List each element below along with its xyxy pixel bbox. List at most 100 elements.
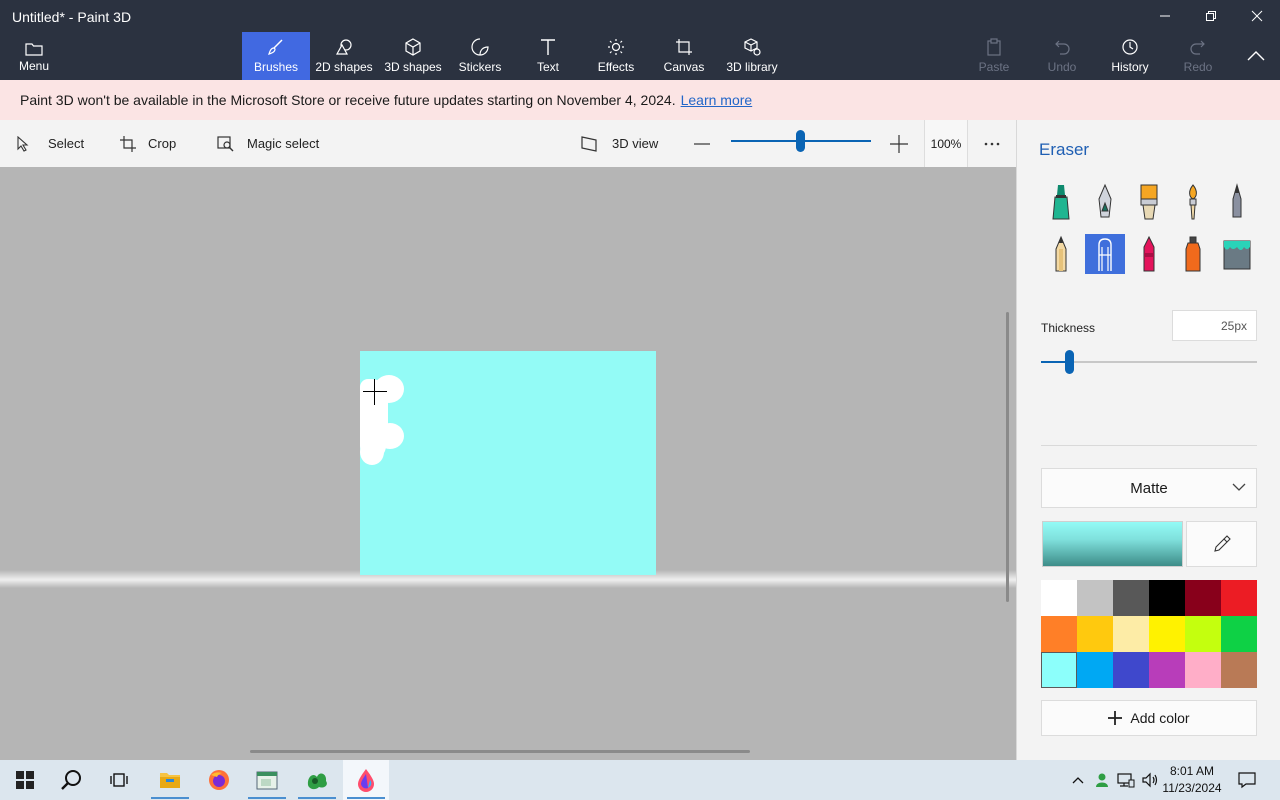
palette-swatch[interactable] <box>1041 580 1077 616</box>
palette-swatch[interactable] <box>1221 652 1257 688</box>
show-hidden-icons-button[interactable] <box>1068 760 1088 800</box>
palette-swatch[interactable] <box>1221 616 1257 652</box>
drawing-canvas[interactable] <box>360 351 656 575</box>
taskbar-paint-3d[interactable] <box>343 760 389 800</box>
palette-swatch[interactable] <box>1113 652 1149 688</box>
undo-button[interactable]: Undo <box>1040 32 1084 80</box>
horizontal-scrollbar[interactable] <box>250 750 750 753</box>
finish-dropdown[interactable]: Matte <box>1041 468 1257 508</box>
taskbar-file-explorer[interactable] <box>147 760 193 800</box>
taskbar-clock[interactable]: 8:01 AM 11/23/2024 <box>1162 763 1222 797</box>
crop-label: Crop <box>148 136 177 151</box>
palette-swatch[interactable] <box>1185 580 1221 616</box>
paste-label: Paste <box>978 60 1010 74</box>
magic-select-button[interactable]: Magic select <box>217 120 319 167</box>
watercolor-brush[interactable] <box>1173 182 1213 222</box>
tab-label: Canvas <box>663 60 705 74</box>
tab-label: 3D shapes <box>384 60 442 74</box>
task-view-button[interactable] <box>96 760 142 800</box>
crosshair-cursor <box>363 391 387 392</box>
zoom-in-button[interactable] <box>890 120 908 167</box>
tab-brushes[interactable]: Brushes <box>242 32 310 80</box>
marker-icon <box>1052 185 1070 220</box>
zoom-percent[interactable]: 100% <box>924 120 968 167</box>
palette-swatch[interactable] <box>1041 652 1077 688</box>
search-button[interactable] <box>48 760 94 800</box>
palette-swatch[interactable] <box>1041 616 1077 652</box>
spray-can-brush[interactable] <box>1173 234 1213 274</box>
marker-brush[interactable] <box>1041 182 1081 222</box>
undo-label: Undo <box>1047 60 1077 74</box>
task-view-icon <box>110 773 128 787</box>
calligraphy-pen-brush[interactable] <box>1085 182 1125 222</box>
pencil-brush[interactable] <box>1041 234 1081 274</box>
paste-button[interactable]: Paste <box>972 32 1016 80</box>
file-explorer-icon <box>160 773 180 788</box>
more-icon <box>984 142 1000 145</box>
more-options-button[interactable] <box>984 120 1000 167</box>
tab-2d-shapes[interactable]: 2D shapes <box>312 32 376 80</box>
eyedropper-icon <box>1213 535 1231 552</box>
learn-more-link[interactable]: Learn more <box>681 92 753 108</box>
oil-brush[interactable] <box>1129 182 1169 222</box>
erased-area <box>360 439 384 465</box>
select-button[interactable]: Select <box>16 120 84 167</box>
taskbar: 8:01 AM 11/23/2024 <box>0 760 1280 800</box>
palette-swatch[interactable] <box>1185 652 1221 688</box>
tab-text[interactable]: Text <box>524 32 572 80</box>
collapse-ribbon-button[interactable] <box>1236 32 1276 80</box>
palette-swatch[interactable] <box>1185 616 1221 652</box>
current-color-swatch[interactable] <box>1042 521 1183 567</box>
restore-button[interactable] <box>1188 0 1234 32</box>
add-color-label: Add color <box>1130 710 1190 726</box>
add-color-button[interactable]: Add color <box>1041 700 1257 736</box>
tab-effects[interactable]: Effects <box>592 32 640 80</box>
palette-swatch[interactable] <box>1077 616 1113 652</box>
history-button[interactable]: History <box>1106 32 1154 80</box>
taskbar-app[interactable] <box>294 760 340 800</box>
start-button[interactable] <box>2 760 48 800</box>
palette-swatch[interactable] <box>1221 580 1257 616</box>
deprecation-banner: Paint 3D won't be available in the Micro… <box>0 80 1280 120</box>
palette-swatch[interactable] <box>1113 580 1149 616</box>
folder-icon <box>25 43 43 56</box>
workspace[interactable] <box>0 167 1016 760</box>
spray-can-icon <box>1185 236 1201 272</box>
zoom-out-button[interactable] <box>694 120 710 167</box>
menu-label: Menu <box>18 59 50 73</box>
clock-date: 11/23/2024 <box>1162 781 1222 795</box>
crayon-brush[interactable] <box>1129 234 1169 274</box>
palette-swatch[interactable] <box>1149 580 1185 616</box>
crop-button[interactable]: Crop <box>120 120 176 167</box>
notifications-button[interactable] <box>1234 760 1260 800</box>
tab-canvas[interactable]: Canvas <box>660 32 708 80</box>
network-button[interactable] <box>1116 760 1136 800</box>
palette-swatch[interactable] <box>1149 652 1185 688</box>
tab-3d-library[interactable]: 3D library <box>722 32 782 80</box>
volume-button[interactable] <box>1140 760 1160 800</box>
thickness-slider-thumb[interactable] <box>1065 350 1074 374</box>
palette-swatch[interactable] <box>1149 616 1185 652</box>
palette-swatch[interactable] <box>1113 616 1149 652</box>
watercolor-icon <box>1189 184 1197 220</box>
vertical-scrollbar[interactable] <box>1006 312 1009 602</box>
palette-swatch[interactable] <box>1077 652 1113 688</box>
eraser-brush[interactable] <box>1085 234 1125 274</box>
tab-stickers[interactable]: Stickers <box>452 32 508 80</box>
taskbar-notepad[interactable] <box>244 760 290 800</box>
paint-3d-icon <box>358 769 374 792</box>
3d-view-button[interactable]: 3D view <box>580 120 658 167</box>
taskbar-firefox[interactable] <box>196 760 242 800</box>
fill-brush[interactable] <box>1217 234 1257 274</box>
thickness-input[interactable]: 25px <box>1172 310 1257 341</box>
eyedropper-button[interactable] <box>1186 521 1257 567</box>
minimize-button[interactable] <box>1142 0 1188 32</box>
redo-button[interactable]: Redo <box>1176 32 1220 80</box>
palette-swatch[interactable] <box>1077 580 1113 616</box>
tray-app-icon[interactable] <box>1092 760 1112 800</box>
close-button[interactable] <box>1234 0 1280 32</box>
tab-3d-shapes[interactable]: 3D shapes <box>381 32 445 80</box>
menu-button[interactable]: Menu <box>12 32 56 80</box>
zoom-slider-thumb[interactable] <box>796 130 805 152</box>
pixel-pen-brush[interactable] <box>1217 182 1257 222</box>
